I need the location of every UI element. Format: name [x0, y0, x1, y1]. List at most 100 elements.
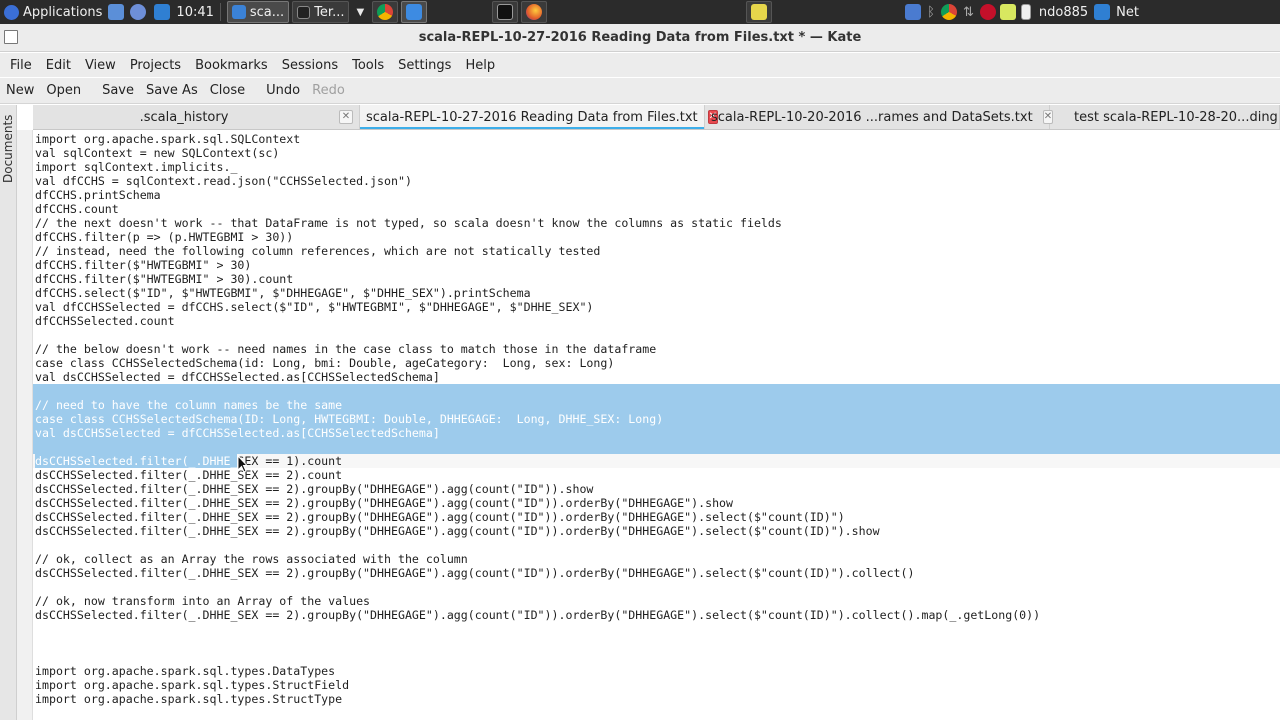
menu-sessions[interactable]: Sessions	[275, 58, 345, 73]
graph-icon[interactable]	[154, 4, 171, 20]
code-line[interactable]: // instead, need the following column re…	[33, 244, 1280, 258]
tab-frames-datasets[interactable]: scala-REPL-10-20-2016 ...rames and DataS…	[705, 105, 1054, 129]
code-line[interactable]	[33, 384, 1280, 398]
code-line[interactable]: dfCCHS.count	[33, 202, 1280, 216]
documents-tab[interactable]: Documents	[1, 111, 15, 183]
username[interactable]: ndo885	[1039, 5, 1088, 20]
editor-gutter	[17, 130, 33, 720]
save-button[interactable]: Save	[96, 83, 140, 98]
code-line[interactable]: dfCCHSSelected.count	[33, 314, 1280, 328]
close-button[interactable]: Close	[204, 83, 251, 98]
code-line[interactable]	[33, 538, 1280, 552]
code-line[interactable]: dfCCHS.filter($"HWTEGBMI" > 30).count	[33, 272, 1280, 286]
new-button[interactable]: New	[0, 83, 40, 98]
code-line[interactable]	[33, 622, 1280, 636]
window-title: scala-REPL-10-27-2016 Reading Data from …	[418, 30, 862, 45]
code-line[interactable]: dfCCHS.filter($"HWTEGBMI" > 30)	[33, 258, 1280, 272]
code-line[interactable]: val dfCCHSSelected = dfCCHS.select($"ID"…	[33, 300, 1280, 314]
net-label[interactable]: Net	[1116, 5, 1139, 20]
firefox-icon	[526, 4, 543, 20]
battery-icon[interactable]	[1020, 4, 1031, 20]
code-line[interactable]	[33, 580, 1280, 594]
code-line[interactable]: dsCCHSSelected.filter(_.DHHE_SEX == 2).g…	[33, 510, 1280, 524]
menu-file[interactable]: File	[3, 58, 39, 73]
tab-reading-data[interactable]: scala-REPL-10-27-2016 Reading Data from …	[360, 105, 719, 129]
code-line[interactable]: dfCCHS.printSchema	[33, 188, 1280, 202]
code-line[interactable]: dsCCHSSelected.filter(_.DHHE_SEX == 2).g…	[33, 496, 1280, 510]
terminal-icon	[297, 5, 311, 19]
text-editor[interactable]: import org.apache.spark.sql.SQLContext va…	[33, 130, 1280, 720]
notes-icon[interactable]	[999, 4, 1016, 20]
code-line[interactable]	[33, 650, 1280, 664]
code-area[interactable]: import org.apache.spark.sql.SQLContext va…	[33, 132, 1280, 706]
menu-help[interactable]: Help	[458, 58, 502, 73]
applications-label: Applications	[23, 4, 103, 20]
open-button[interactable]: Open	[40, 83, 87, 98]
menu-tools[interactable]: Tools	[345, 58, 391, 73]
tab-scala-history[interactable]: .scala_history ✕	[33, 105, 360, 129]
help-icon[interactable]	[130, 4, 147, 20]
network-arrows-icon[interactable]: ⇅	[963, 5, 974, 20]
code-line[interactable]: case class CCHSSelectedSchema(ID: Long, …	[33, 412, 1280, 426]
monitor-icon[interactable]	[108, 4, 125, 20]
code-line[interactable]: dsCCHSSelected.filter(_.DHHE_SEX == 2).c…	[33, 468, 1280, 482]
tab-label: scala-REPL-10-20-2016 ...rames and DataS…	[711, 109, 1033, 125]
record-icon[interactable]	[979, 4, 996, 20]
top-panel: Applications 10:41 sca... Ter... ▼ ᛒ ⇅ n…	[0, 0, 1280, 24]
chrome-tray-icon[interactable]	[940, 4, 957, 20]
launcher-graph[interactable]	[746, 1, 773, 23]
code-line[interactable]: import org.apache.spark.sql.SQLContext	[33, 132, 1280, 146]
task-terminal[interactable]: Ter...	[292, 1, 350, 23]
code-line[interactable]: val dfCCHS = sqlContext.read.json("CCHSS…	[33, 174, 1280, 188]
clock[interactable]: 10:41	[176, 5, 213, 20]
launcher-kate[interactable]	[401, 1, 428, 23]
redo-button[interactable]: Redo	[306, 83, 351, 98]
code-line[interactable]: // the next doesn't work -- that DataFra…	[33, 216, 1280, 230]
code-line[interactable]: val dsCCHSSelected = dfCCHSSelected.as[C…	[33, 370, 1280, 384]
chrome-icon	[377, 4, 394, 20]
bluetooth-icon[interactable]: ᛒ	[927, 5, 935, 20]
task-kate-scala[interactable]: sca...	[226, 1, 290, 23]
launcher-chrome[interactable]	[372, 1, 399, 23]
code-line[interactable]: case class CCHSSelectedSchema(id: Long, …	[33, 356, 1280, 370]
code-line[interactable]: // ok, collect as an Array the rows asso…	[33, 552, 1280, 566]
code-line[interactable]	[33, 440, 1280, 454]
chevron-down-icon[interactable]: ▼	[356, 7, 364, 18]
menu-settings[interactable]: Settings	[391, 58, 458, 73]
code-line[interactable]: import org.apache.spark.sql.types.Struct…	[33, 692, 1280, 706]
close-icon[interactable]: ✕	[339, 110, 353, 124]
menu-projects[interactable]: Projects	[123, 58, 188, 73]
undo-button[interactable]: Undo	[260, 83, 306, 98]
code-line[interactable]: // need to have the column names be the …	[33, 398, 1280, 412]
menu-view[interactable]: View	[78, 58, 123, 73]
code-line[interactable]: // the below doesn't work -- need names …	[33, 342, 1280, 356]
code-line[interactable]: dsCCHSSelected.filter(_.DHHE_SEX == 2).g…	[33, 482, 1280, 496]
code-line[interactable]: val sqlContext = new SQLContext(sc)	[33, 146, 1280, 160]
code-line[interactable]: // ok, now transform into an Array of th…	[33, 594, 1280, 608]
code-line[interactable]: dfCCHS.filter(p => (p.HWTEGBMI > 30))	[33, 230, 1280, 244]
menu-bookmarks[interactable]: Bookmarks	[188, 58, 275, 73]
code-line[interactable]: import sqlContext.implicits._	[33, 160, 1280, 174]
tab-test-scala[interactable]: test scala-REPL-10-28-20...ding Da	[1050, 105, 1280, 129]
code-line[interactable]: val dsCCHSSelected = dfCCHSSelected.as[C…	[33, 426, 1280, 440]
menu-edit[interactable]: Edit	[39, 58, 78, 73]
code-line[interactable]: dsCCHSSelected.filter(_.DHHE_SEX == 2).g…	[33, 608, 1280, 622]
save-as-button[interactable]: Save As	[140, 83, 204, 98]
code-line[interactable]: dfCCHS.select($"ID", $"HWTEGBMI", $"DHHE…	[33, 286, 1280, 300]
code-line[interactable]	[33, 328, 1280, 342]
tab-label: test scala-REPL-10-28-20...ding Da	[1074, 109, 1280, 125]
code-line[interactable]: import org.apache.spark.sql.types.Struct…	[33, 678, 1280, 692]
code-line[interactable]: dsCCHSSelected.filter(_.DHHE_SEX == 2).g…	[33, 524, 1280, 538]
window-titlebar[interactable]: scala-REPL-10-27-2016 Reading Data from …	[0, 24, 1280, 52]
launcher-terminal[interactable]	[492, 1, 519, 23]
code-line[interactable]: dsCCHSSelected.filter(_.DHHE_SEX == 2).g…	[33, 566, 1280, 580]
code-line[interactable]: dsCCHSSelected.filter(_.DHHE_SEX == 1).c…	[33, 454, 1280, 468]
network-graph-icon[interactable]	[1094, 4, 1111, 20]
code-line[interactable]: import org.apache.spark.sql.types.DataTy…	[33, 664, 1280, 678]
code-line[interactable]	[33, 636, 1280, 650]
screen-icon[interactable]	[905, 4, 922, 20]
menubar: File Edit View Projects Bookmarks Sessio…	[0, 53, 1280, 77]
launcher-firefox[interactable]	[521, 1, 548, 23]
applications-menu[interactable]: Applications	[0, 0, 102, 24]
side-panel: Documents	[0, 105, 17, 720]
